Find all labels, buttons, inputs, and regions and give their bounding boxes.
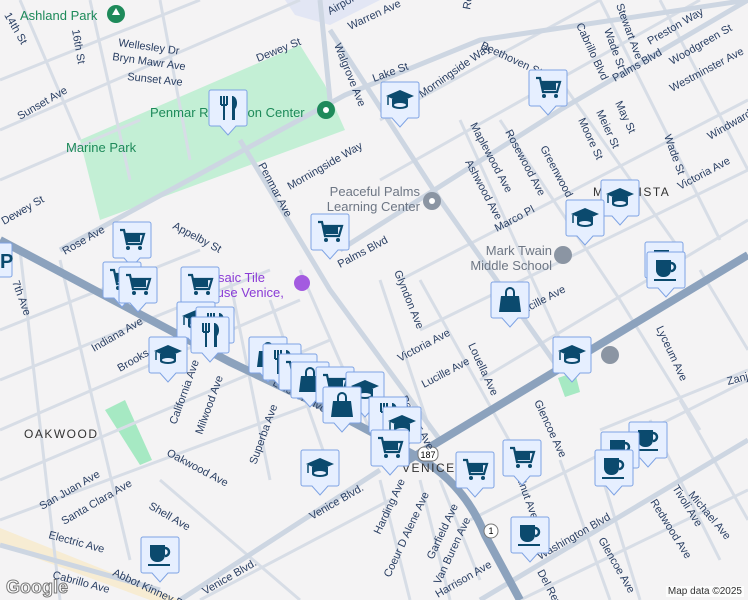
svg-text:1: 1 <box>488 526 493 536</box>
svg-text:Ashland Park: Ashland Park <box>20 8 98 23</box>
poi-mark-twain[interactable]: Mark Twain Middle School <box>450 243 572 279</box>
svg-text:OAKWOOD: OAKWOOD <box>24 427 99 441</box>
poi-marine-park[interactable]: Marine Park <box>66 140 137 155</box>
svg-text:Marine Park: Marine Park <box>66 140 137 155</box>
svg-text:16th St: 16th St <box>69 28 87 64</box>
svg-text:Wade St: Wade St <box>661 133 687 176</box>
cafe-marker <box>595 450 633 495</box>
svg-text:Dewey St: Dewey St <box>0 194 46 228</box>
school-marker <box>149 337 187 382</box>
school-icon[interactable] <box>601 346 619 364</box>
svg-text:Lake St: Lake St <box>371 61 410 85</box>
parking-icon: P <box>0 251 13 273</box>
svg-text:7th Ave: 7th Ave <box>9 279 33 317</box>
grocery-marker <box>113 222 151 267</box>
school-marker <box>301 450 339 495</box>
cafe-marker <box>647 252 685 297</box>
svg-text:Victoria Ave: Victoria Ave <box>676 155 733 193</box>
map-canvas[interactable]: 187 1 14th St 16th St Wellesley Dr Bryn … <box>0 0 748 600</box>
svg-text:Victoria Ave: Victoria Ave <box>396 327 453 365</box>
route-1-shield: 1 <box>483 523 499 539</box>
svg-text:May St: May St <box>612 99 637 135</box>
grocery-marker <box>503 440 541 485</box>
svg-text:Rose Ave: Rose Ave <box>461 0 481 11</box>
svg-text:Indiana Ave: Indiana Ave <box>90 316 146 355</box>
svg-text:VENICE: VENICE <box>402 461 456 475</box>
school-marker <box>566 200 604 245</box>
svg-text:Del Rey Ave: Del Rey Ave <box>534 568 573 600</box>
camera-icon <box>294 275 310 291</box>
svg-text:Rose Ave: Rose Ave <box>61 224 108 258</box>
school-icon <box>554 246 572 264</box>
cafe-marker <box>141 537 179 582</box>
map-attribution[interactable]: Map data ©2025 <box>665 586 744 597</box>
svg-text:Zanja St: Zanja St <box>726 366 748 388</box>
svg-text:Shell Ave: Shell Ave <box>147 500 193 533</box>
svg-text:Lucille Ave: Lucille Ave <box>420 355 472 390</box>
svg-text:Lyceum Ave: Lyceum Ave <box>653 324 689 383</box>
svg-text:Penmar Ave: Penmar Ave <box>255 161 294 219</box>
svg-text:Glyndon Ave: Glyndon Ave <box>391 269 425 331</box>
grocery-marker <box>311 214 349 259</box>
svg-text:Venice Blvd.: Venice Blvd. <box>201 557 259 598</box>
svg-text:Milwood Ave: Milwood Ave <box>194 374 226 436</box>
poi-ashland-park[interactable]: Ashland Park <box>20 5 125 23</box>
google-logo: Google <box>6 577 69 598</box>
svg-text:Oakwood Ave: Oakwood Ave <box>165 447 230 489</box>
school-marker <box>553 337 591 382</box>
school-marker <box>601 180 639 225</box>
svg-text:187: 187 <box>420 450 435 460</box>
